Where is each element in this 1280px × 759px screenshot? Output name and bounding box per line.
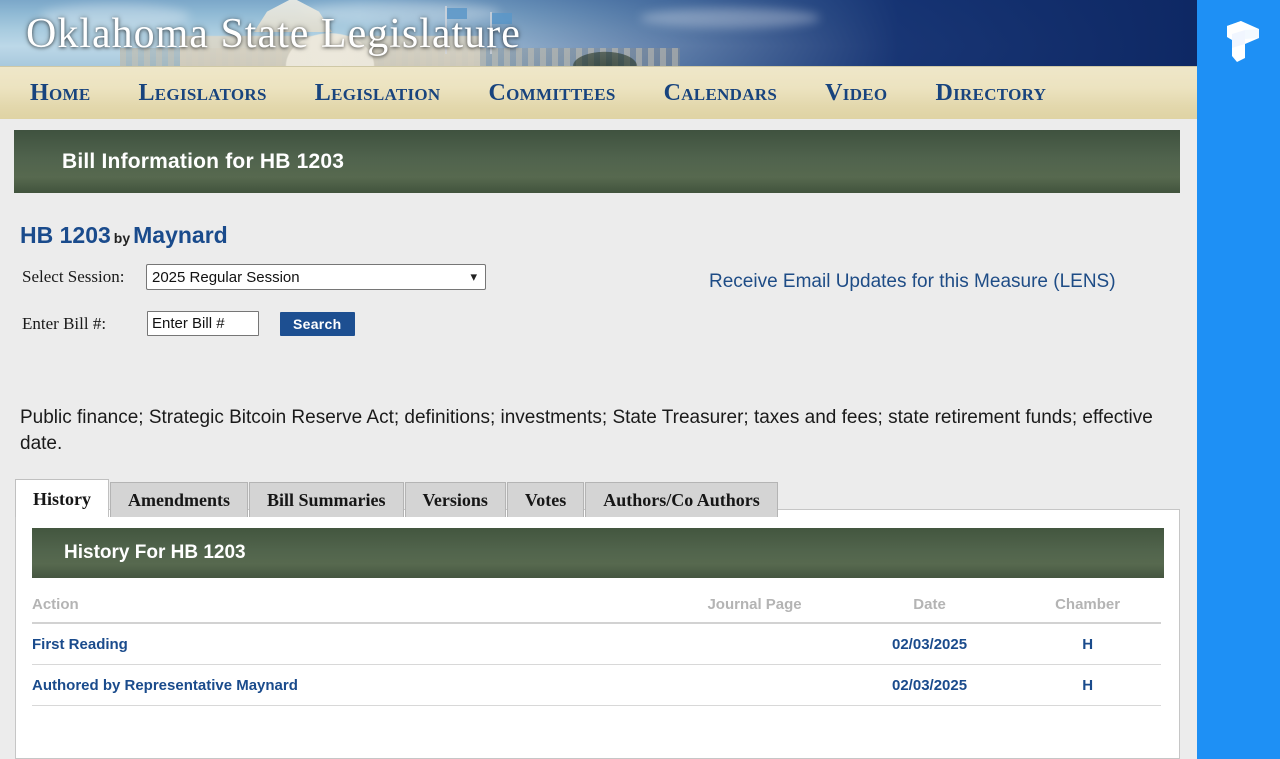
bill-number: HB 1203 [20, 222, 111, 248]
right-side-panel [1197, 0, 1280, 759]
main-navigation: Home Legislators Legislation Committees … [0, 66, 1197, 119]
bill-number-input[interactable] [147, 311, 259, 336]
site-title: Oklahoma State Legislature [26, 11, 521, 57]
table-row: First Reading 02/03/2025 H [32, 623, 1161, 665]
cell-action[interactable]: First Reading [32, 623, 665, 665]
page-title-bar: Bill Information for HB 1203 [14, 130, 1180, 193]
site-banner: Oklahoma State Legislature [0, 0, 1197, 66]
bill-tabs: History Amendments Bill Summaries Versio… [15, 479, 779, 517]
search-button[interactable]: Search [280, 311, 355, 336]
nav-item-legislation[interactable]: Legislation [315, 80, 441, 107]
cell-date: 02/03/2025 [844, 623, 1015, 665]
history-table-head: Action Journal Page Date Chamber [32, 578, 1161, 624]
tab-history[interactable]: History [15, 479, 109, 517]
history-title-bar: History For HB 1203 [32, 528, 1164, 578]
tree-decoration [560, 40, 650, 66]
tab-authors-coauthors[interactable]: Authors/Co Authors [585, 482, 778, 517]
cloud-decoration [640, 8, 820, 28]
column-header-action: Action [32, 578, 665, 624]
column-header-chamber: Chamber [1014, 578, 1161, 624]
table-header-row: Action Journal Page Date Chamber [32, 578, 1161, 624]
tab-versions[interactable]: Versions [404, 482, 506, 517]
select-session-label: Select Session: [22, 267, 125, 286]
nav-item-legislators[interactable]: Legislators [138, 80, 266, 107]
nav-item-directory[interactable]: Directory [935, 80, 1046, 107]
select-session-wrapper: 2025 Regular Session ▾ [146, 264, 486, 290]
column-header-journal-page: Journal Page [664, 578, 845, 624]
lens-email-updates-link[interactable]: Receive Email Updates for this Measure (… [709, 271, 1116, 293]
cell-date: 02/03/2025 [844, 664, 1015, 706]
page-root: Oklahoma State Legislature Home Legislat… [0, 0, 1280, 759]
tab-amendments[interactable]: Amendments [110, 482, 248, 517]
history-panel: History For HB 1203 Action Journal Page … [15, 509, 1180, 759]
enter-bill-label: Enter Bill #: [22, 313, 107, 333]
nav-item-committees[interactable]: Committees [489, 80, 616, 107]
enter-bill-row: Enter Bill #: Search [22, 311, 355, 336]
bill-headline: HB 1203 by Maynard [20, 222, 228, 249]
column-header-date: Date [844, 578, 1015, 624]
history-table-body: First Reading 02/03/2025 H Authored by R… [32, 623, 1161, 706]
nav-item-calendars[interactable]: Calendars [664, 80, 778, 107]
history-table: Action Journal Page Date Chamber First R… [32, 578, 1161, 706]
cell-chamber: H [1014, 664, 1161, 706]
history-panel-title: History For HB 1203 [64, 542, 246, 563]
bill-author[interactable]: Maynard [133, 222, 228, 248]
cell-action[interactable]: Authored by Representative Maynard [32, 664, 665, 706]
page-title: Bill Information for HB 1203 [62, 149, 345, 173]
bill-by-word: by [113, 230, 131, 246]
session-select[interactable]: 2025 Regular Session [146, 264, 486, 290]
table-row: Authored by Representative Maynard 02/03… [32, 664, 1161, 706]
nav-item-home[interactable]: Home [30, 80, 90, 107]
select-session-row: Select Session: 2025 Regular Session ▾ [22, 264, 486, 290]
tulip-t-logo-icon[interactable] [1219, 18, 1261, 64]
cell-journal-page [664, 664, 845, 706]
tab-bill-summaries[interactable]: Bill Summaries [249, 482, 404, 517]
cell-journal-page [664, 623, 845, 665]
bill-description: Public finance; Strategic Bitcoin Reserv… [20, 407, 1153, 454]
nav-item-video[interactable]: Video [825, 80, 887, 107]
cell-chamber: H [1014, 623, 1161, 665]
tab-votes[interactable]: Votes [506, 482, 585, 517]
